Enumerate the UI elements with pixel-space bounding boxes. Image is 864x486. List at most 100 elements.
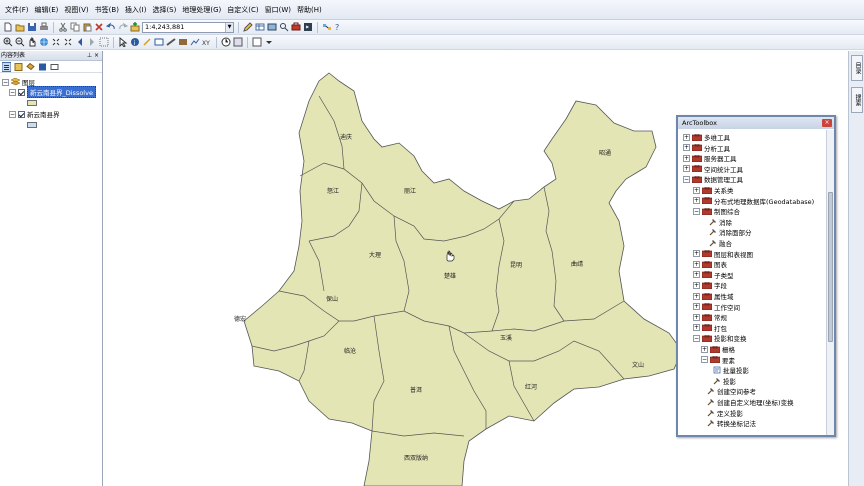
toolbox-tree-item[interactable]: 投影 [713,376,736,386]
forward-extent-icon[interactable] [87,37,97,47]
toolbox-tree-item[interactable]: + 服务器工具 [683,153,737,163]
menu-customize[interactable]: 自定义(C) [224,1,261,19]
expand-icon[interactable]: + [693,313,700,321]
expand-icon[interactable]: + [683,165,690,173]
select-icon[interactable] [118,37,128,47]
layer-symbol-row[interactable] [27,120,37,130]
menu-geoprocessing[interactable]: 地理处理(G) [179,1,224,19]
toolbox-tree-item[interactable]: + 打包 [693,323,727,333]
menu-insert[interactable]: 插入(I) [122,1,150,19]
toolbox-tree-item[interactable]: 定义投影 [707,408,743,418]
delete-icon[interactable] [94,22,104,32]
catalog-icon[interactable] [267,22,277,32]
toolbox-tree-item[interactable]: − 数据管理工具 [683,174,743,184]
arctoolbox-scrollbar[interactable] [826,130,834,435]
list-by-drawing-order-icon[interactable] [2,61,11,72]
menu-windows[interactable]: 窗口(W) [262,1,294,19]
paste-icon[interactable] [82,22,92,32]
toolbox-tree-item[interactable]: + 子类型 [693,270,734,280]
collapse-icon[interactable]: − [2,78,9,86]
scrollbar-thumb[interactable] [828,192,833,342]
redo-icon[interactable] [118,22,128,32]
layer-name[interactable]: 新云南县界_Dissolve [27,86,96,98]
close-icon[interactable]: × [822,119,832,127]
list-by-visibility-icon[interactable] [26,62,35,71]
toolbox-tree-item[interactable]: + 分析工具 [683,143,730,153]
yunnan-dissolved-polygons[interactable] [243,72,683,486]
menu-view[interactable]: 视图(V) [61,1,91,19]
menu-help[interactable]: 帮助(H) [294,1,325,19]
undo-icon[interactable] [106,22,116,32]
editor-icon[interactable] [243,22,253,32]
add-data-icon[interactable] [130,22,140,32]
expand-icon[interactable]: + [693,197,700,205]
expand-icon[interactable]: + [683,133,690,141]
search-icon[interactable] [279,22,289,32]
expand-icon[interactable]: + [693,186,700,194]
layer-symbol-swatch[interactable] [27,100,37,106]
arctoolbox-title-bar[interactable]: ArcToolbox × [678,117,834,129]
expand-icon[interactable]: + [693,271,700,279]
expand-icon[interactable]: + [693,324,700,332]
toolbox-tree-item[interactable]: 消除面部分 [709,227,752,237]
expand-icon[interactable]: + [683,154,690,162]
toolbox-tree-item[interactable]: + 常规 [693,312,727,322]
toolbox-tree-item[interactable]: − 要素 [701,355,735,365]
table-icon[interactable] [255,22,265,32]
expand-icon[interactable]: + [693,260,700,268]
cut-icon[interactable] [58,22,68,32]
toolbox-tree-item[interactable]: + 属性域 [693,291,734,301]
identify-icon[interactable]: i [130,37,140,47]
copy-icon[interactable] [70,22,80,32]
find-route-icon[interactable] [190,37,200,47]
model-builder-icon[interactable] [322,22,332,32]
zoom-in-icon[interactable] [3,37,13,47]
expand-icon[interactable]: + [693,292,700,300]
hyperlink-icon[interactable] [142,37,152,47]
toolbox-tree-item[interactable]: 融合 [709,238,732,248]
layer-row[interactable]: − 新云南县界_Dissolve [9,86,96,98]
toolbox-tree-item[interactable]: + 图层和表视图 [693,249,753,259]
search-dock-tab[interactable]: 搜索 [851,87,863,113]
menu-selection[interactable]: 选择(S) [149,1,179,19]
menu-file[interactable]: 文件(F) [2,1,32,19]
menu-bookmarks[interactable]: 书签(B) [92,1,122,19]
expand-icon[interactable]: + [693,303,700,311]
pin-close-controls[interactable]: ⊥ × [87,51,99,61]
toolbox-tree-item[interactable]: + 工作空间 [693,302,740,312]
select-extent-icon[interactable] [99,37,109,47]
what-is-this-icon[interactable]: ? [334,22,344,32]
collapse-icon[interactable]: − [683,175,690,183]
dropdown-arrow-icon[interactable] [264,37,274,47]
collapse-icon[interactable]: − [9,88,16,96]
save-icon[interactable] [27,22,37,32]
print-icon[interactable] [39,22,49,32]
toolbox-tree-item[interactable]: − 投影和变换 [693,333,747,343]
list-by-selection-icon[interactable] [38,62,47,71]
layer-symbol-row[interactable] [27,98,37,108]
toolbox-tree-item[interactable]: + 图表 [693,259,727,269]
full-extent-icon[interactable] [39,37,49,47]
toolbox-tree-item[interactable]: + 栅格 [701,344,735,354]
collapse-icon[interactable]: − [693,334,700,342]
fixed-zoom-out-icon[interactable] [63,37,73,47]
pan-icon[interactable] [27,37,37,47]
layer-name[interactable]: 新云南县界 [27,109,60,119]
toolbox-tree-item[interactable]: + 关系类 [693,185,734,195]
expand-icon[interactable]: + [693,281,700,289]
toolbox-tree-item[interactable]: 批量投影 [713,365,749,375]
expand-icon[interactable]: + [701,345,708,353]
catalog-dock-tab[interactable]: 目录 [851,55,863,81]
python-icon[interactable] [303,22,313,32]
open-icon[interactable] [15,22,25,32]
layer-row[interactable]: − 新云南县界 [9,109,60,119]
layer-visibility-checkbox[interactable] [18,88,25,96]
layout-view-icon[interactable] [252,37,262,47]
html-popup-icon[interactable] [154,37,164,47]
measure-icon[interactable] [166,37,176,47]
toolbox-tree-item[interactable]: + 字段 [693,280,727,290]
toolbox-tree-item[interactable]: 创建自定义地理(坐标)变换 [707,397,794,407]
list-by-source-icon[interactable] [14,62,23,71]
collapse-icon[interactable]: − [701,356,708,364]
expand-icon[interactable]: + [683,144,690,152]
